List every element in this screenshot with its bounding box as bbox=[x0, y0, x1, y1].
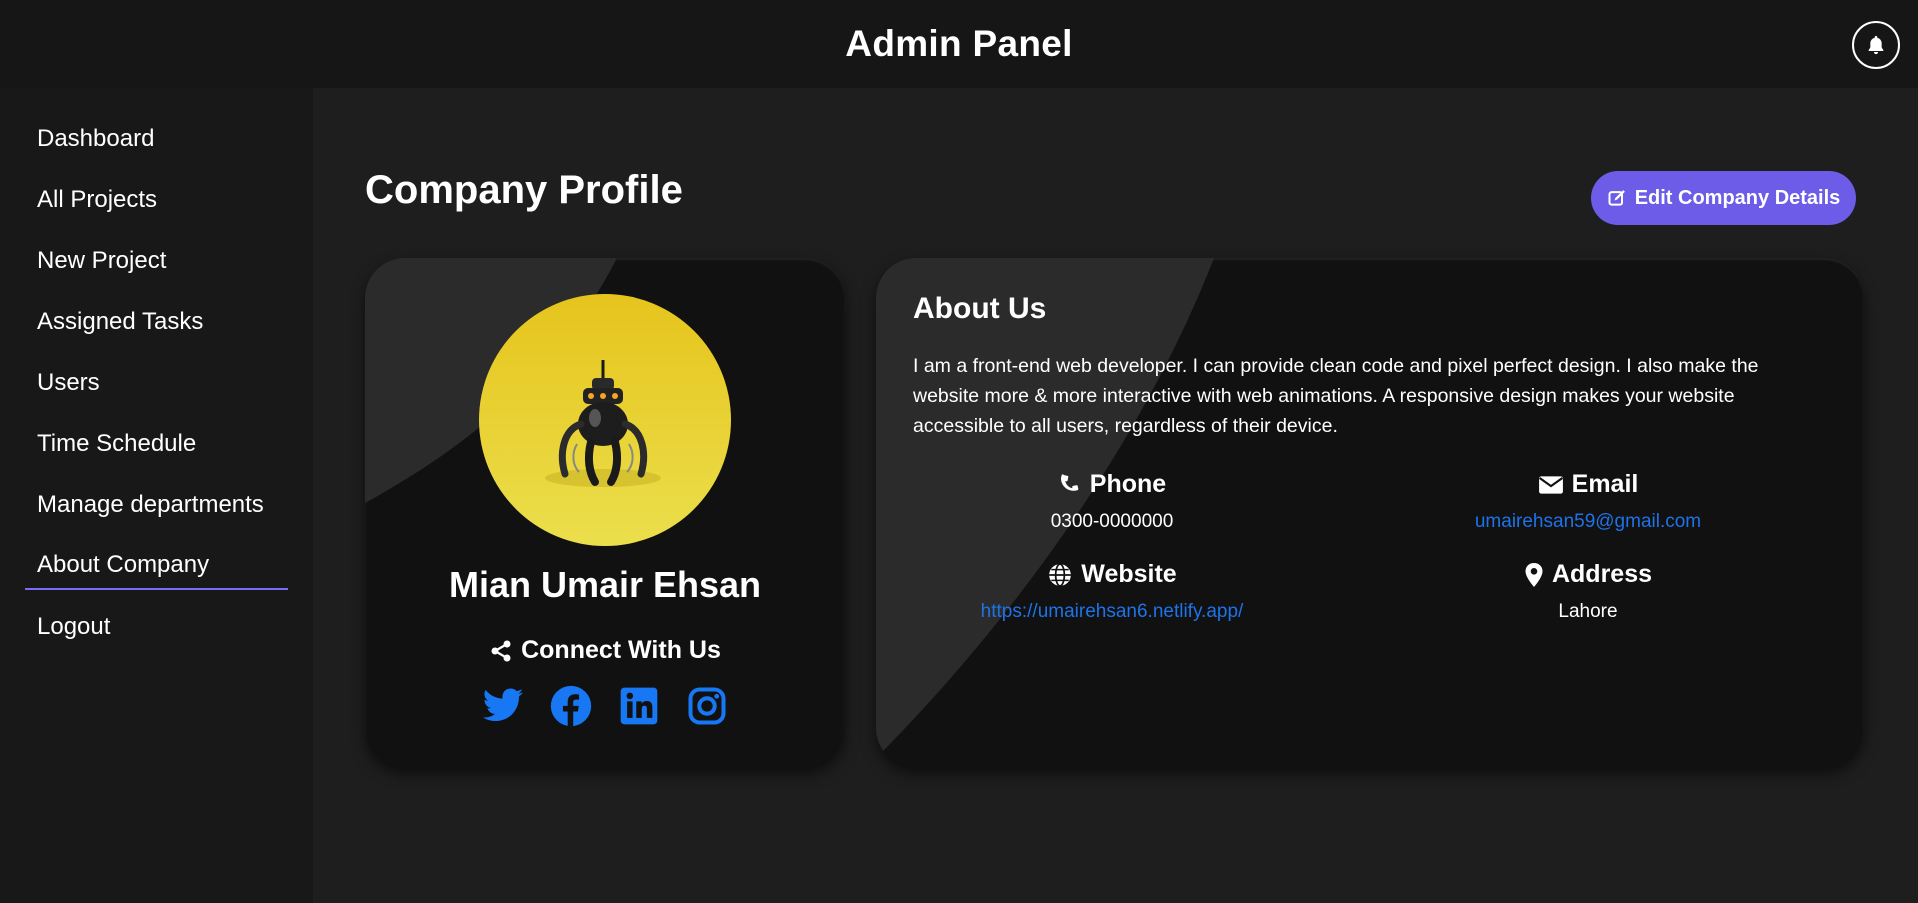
phone-value: 0300-0000000 bbox=[1050, 511, 1174, 532]
sidebar-item-all-projects[interactable]: All Projects bbox=[25, 176, 288, 224]
linkedin-link[interactable] bbox=[617, 684, 661, 728]
sidebar-item-logout[interactable]: Logout bbox=[25, 603, 288, 651]
website-block: Website https://umairehsan6.netlify.app/ bbox=[912, 560, 1312, 623]
company-avatar bbox=[479, 294, 731, 546]
company-name: Mian Umair Ehsan bbox=[448, 564, 762, 605]
phone-icon bbox=[1060, 473, 1079, 491]
about-title: About Us bbox=[913, 292, 1047, 325]
globe-icon bbox=[1049, 562, 1072, 587]
linkedin-icon bbox=[620, 687, 658, 725]
address-label: Address bbox=[1551, 560, 1653, 588]
notifications-button[interactable] bbox=[1852, 21, 1900, 69]
map-pin-icon bbox=[1525, 562, 1543, 587]
about-card: About Us I am a front-end web developer.… bbox=[876, 258, 1864, 768]
phone-block: Phone 0300-0000000 bbox=[912, 470, 1312, 533]
website-label: Website bbox=[1081, 560, 1177, 588]
edit-company-details-button[interactable]: Edit Company Details bbox=[1591, 171, 1856, 225]
instagram-link[interactable] bbox=[685, 684, 729, 728]
facebook-icon bbox=[550, 685, 592, 727]
instagram-icon bbox=[688, 687, 726, 725]
sidebar-item-dashboard[interactable]: Dashboard bbox=[25, 115, 288, 163]
phone-label: Phone bbox=[1089, 470, 1167, 498]
edit-button-label: Edit Company Details bbox=[1634, 186, 1841, 209]
sidebar-item-manage-departments[interactable]: Manage departments bbox=[25, 481, 288, 529]
email-label: Email bbox=[1571, 470, 1639, 498]
envelope-icon bbox=[1538, 475, 1563, 494]
bell-icon bbox=[1868, 35, 1884, 55]
email-link[interactable]: umairehsan59@gmail.com bbox=[1388, 511, 1788, 533]
email-block: Email umairehsan59@gmail.com bbox=[1388, 470, 1788, 533]
facebook-link[interactable] bbox=[549, 684, 593, 728]
twitter-link[interactable] bbox=[481, 684, 525, 728]
about-description: I am a front-end web developer. I can pr… bbox=[913, 355, 1759, 437]
sidebar-item-new-project[interactable]: New Project bbox=[25, 237, 288, 285]
address-block: Address Lahore bbox=[1388, 560, 1788, 623]
website-link[interactable]: https://umairehsan6.netlify.app/ bbox=[912, 601, 1312, 623]
app-title: Admin Panel bbox=[845, 23, 1073, 64]
sidebar-item-time-schedule[interactable]: Time Schedule bbox=[25, 420, 288, 468]
address-value: Lahore bbox=[1558, 601, 1618, 622]
top-bar: Admin Panel bbox=[0, 0, 1918, 88]
sidebar-item-about-company[interactable]: About Company bbox=[25, 542, 288, 590]
twitter-icon bbox=[482, 688, 524, 722]
social-links bbox=[365, 684, 845, 728]
sidebar-item-users[interactable]: Users bbox=[25, 359, 288, 407]
sidebar-item-assigned-tasks[interactable]: Assigned Tasks bbox=[25, 298, 288, 346]
page-title: Company Profile bbox=[365, 168, 683, 212]
connect-heading: Connect With Us bbox=[365, 636, 845, 665]
sidebar: Dashboard All Projects New Project Assig… bbox=[0, 88, 313, 903]
profile-card: Mian Umair Ehsan Connect With Us bbox=[365, 258, 845, 768]
share-icon bbox=[491, 640, 511, 661]
edit-icon bbox=[1608, 190, 1625, 206]
connect-label: Connect With Us bbox=[521, 636, 721, 664]
